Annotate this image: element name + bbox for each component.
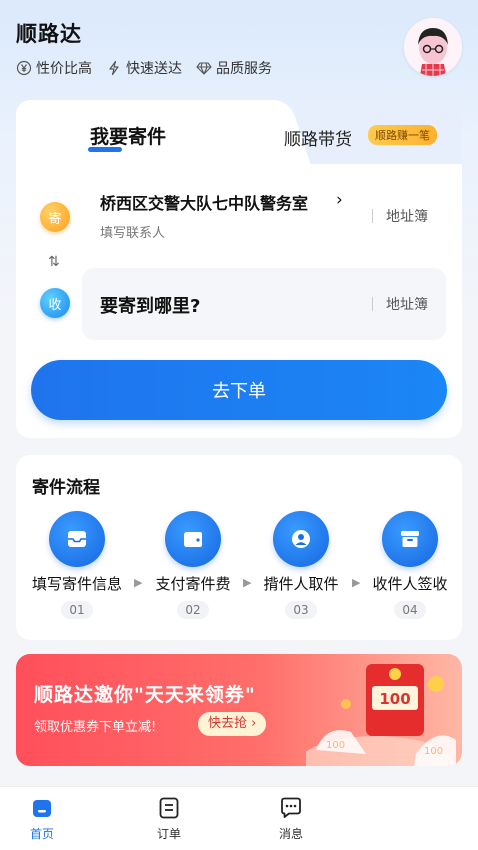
tab-carry-badge: 顺路赚一笔 <box>368 125 437 145</box>
divider <box>372 209 373 223</box>
step-label: 收件人签收 <box>372 575 448 593</box>
tab-send[interactable]: 我要寄件 <box>90 122 166 149</box>
chevron-right-icon[interactable]: › <box>336 190 343 210</box>
sender-contact-prompt[interactable]: 填写联系人 <box>100 222 165 241</box>
receiver-address-book-link[interactable]: 地址簿 <box>386 294 428 314</box>
coupon-illustration: 100 100 100 <box>306 664 456 766</box>
tab-messages[interactable]: 消息 <box>261 795 321 842</box>
step-label: 支付寄件费 <box>155 575 231 593</box>
svg-text:100: 100 <box>424 746 443 757</box>
coupon-banner[interactable]: 顺路达邀你"天天来领券" 领取优惠券下单立减! 快去抢 › 100 100 10… <box>16 654 462 766</box>
tab-carry[interactable]: 顺路带货 <box>284 125 352 150</box>
receiver-badge: 收 <box>40 288 70 318</box>
feature-list: 性价比高 快速送达 品质服务 <box>16 58 272 78</box>
grab-coupon-button[interactable]: 快去抢 › <box>198 712 267 736</box>
tab-home[interactable]: 首页 <box>12 795 72 842</box>
wallet-icon <box>165 511 221 567</box>
tab-label: 消息 <box>278 827 303 841</box>
bottom-tab-bar: 首页 订单 消息 <box>0 786 478 850</box>
coupon-value: 100 <box>379 690 410 708</box>
swap-icon[interactable]: ⇅ <box>48 254 60 270</box>
header: 顺路达 性价比高 快速送达 品质服务 <box>16 18 462 88</box>
step-label: 揹件人取件 <box>263 575 339 593</box>
form-icon <box>49 511 105 567</box>
shipping-flow-card: 寄件流程 填写寄件信息 01 ▶ 支付寄件费 02 ▶ 揹件人取件 03 ▶ 收… <box>16 455 462 640</box>
home-icon <box>33 800 51 817</box>
step-number: 03 <box>285 601 317 619</box>
sender-badge: 寄 <box>40 202 70 232</box>
flow-title: 寄件流程 <box>32 478 100 498</box>
person-icon <box>273 511 329 567</box>
sender-address-book-link[interactable]: 地址簿 <box>386 206 428 226</box>
feature-label: 快速送达 <box>126 61 182 77</box>
step-number: 04 <box>394 601 426 619</box>
tab-send-indicator <box>88 147 122 152</box>
svg-text:100: 100 <box>326 740 345 751</box>
step-label: 填写寄件信息 <box>31 575 122 593</box>
feature-label: 性价比高 <box>36 61 92 77</box>
tab-label: 订单 <box>156 827 181 841</box>
box-icon <box>382 511 438 567</box>
avatar-illustration <box>404 18 462 76</box>
place-order-button[interactable]: 去下单 <box>31 360 447 420</box>
feature-speed: 快速送达 <box>106 58 182 78</box>
sender-address[interactable]: 桥西区交警大队七中队警务室 <box>100 190 308 214</box>
receiver-address-prompt[interactable]: 要寄到哪里? <box>100 292 200 318</box>
feature-quality: 品质服务 <box>196 58 272 78</box>
avatar[interactable] <box>404 18 462 76</box>
banner-subtitle: 领取优惠券下单立减! <box>34 720 157 735</box>
yen-icon <box>16 60 32 76</box>
message-icon <box>281 797 301 818</box>
order-icon <box>159 797 179 819</box>
feature-label: 品质服务 <box>216 61 272 77</box>
app-title: 顺路达 <box>16 22 82 46</box>
diamond-icon <box>196 62 212 75</box>
tab-orders[interactable]: 订单 <box>139 795 199 842</box>
step-number: 02 <box>177 601 209 619</box>
tab-label: 首页 <box>29 827 54 841</box>
feature-value: 性价比高 <box>16 58 92 78</box>
lightning-icon <box>109 60 119 76</box>
step-number: 01 <box>61 601 93 619</box>
divider <box>372 297 373 311</box>
banner-title: 顺路达邀你"天天来领券" <box>34 684 256 706</box>
